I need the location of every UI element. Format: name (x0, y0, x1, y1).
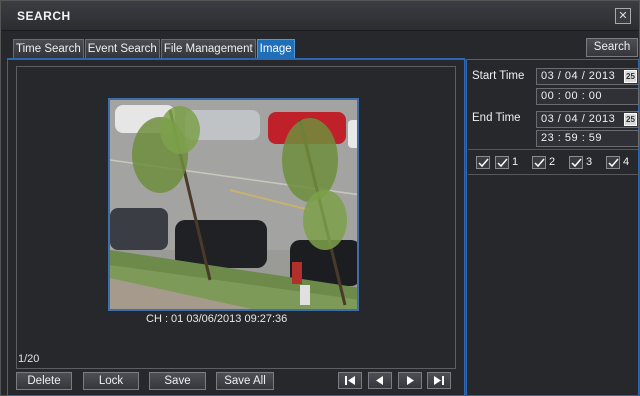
search-window: SEARCH ✕ Time Search Event Search File M… (0, 0, 640, 396)
check-icon (497, 158, 508, 168)
close-icon: ✕ (618, 10, 628, 22)
filter-separator (468, 149, 639, 150)
calendar-icon[interactable]: 25 (624, 113, 637, 126)
tab-time-search[interactable]: Time Search (13, 39, 84, 58)
channel-4-checkbox[interactable] (606, 156, 620, 169)
check-icon (534, 158, 545, 168)
tab-file-management[interactable]: File Management (160, 39, 256, 58)
search-button[interactable]: Search (586, 38, 638, 57)
check-icon (571, 158, 582, 168)
start-time-field[interactable]: 00 : 00 : 00 (536, 88, 639, 105)
end-time-value: 23 : 59 : 59 (541, 132, 603, 144)
delete-button[interactable]: Delete (16, 372, 72, 390)
page-counter: 1/20 (18, 353, 40, 365)
save-all-button[interactable]: Save All (216, 372, 274, 390)
lock-button[interactable]: Lock (83, 372, 139, 390)
check-icon (478, 158, 489, 168)
tab-underline (7, 58, 465, 60)
next-image-button[interactable] (398, 372, 422, 389)
snapshot-image[interactable] (108, 98, 359, 311)
channel-3-label: 3 (586, 156, 593, 168)
skip-last-icon (434, 376, 444, 385)
close-button[interactable]: ✕ (615, 8, 631, 24)
window-title: SEARCH (17, 9, 71, 23)
channel-2-label: 2 (549, 156, 556, 168)
previous-icon (376, 376, 383, 385)
previous-image-button[interactable] (368, 372, 392, 389)
first-image-button[interactable] (338, 372, 362, 389)
skip-first-icon (345, 376, 355, 385)
start-date-value: 03 / 04 / 2013 (541, 70, 616, 82)
image-caption: CH : 01 03/06/2013 09:27:36 (146, 313, 288, 325)
title-bar: SEARCH ✕ (1, 1, 639, 31)
channel-select-all-checkbox[interactable] (476, 156, 490, 169)
parking-lot-photo (110, 100, 357, 309)
channel-3-checkbox[interactable] (569, 156, 583, 169)
calendar-icon[interactable]: 25 (624, 70, 637, 83)
check-icon (608, 158, 619, 168)
channel-4-label: 4 (623, 156, 630, 168)
end-time-field[interactable]: 23 : 59 : 59 (536, 130, 639, 147)
channel-2-checkbox[interactable] (532, 156, 546, 169)
tab-image[interactable]: Image (256, 39, 295, 58)
tab-event-search[interactable]: Event Search (84, 39, 160, 58)
last-image-button[interactable] (427, 372, 451, 389)
filter-panel (466, 59, 639, 396)
channel-1-checkbox[interactable] (495, 156, 509, 169)
channel-1-label: 1 (512, 156, 519, 168)
next-icon (407, 376, 414, 385)
start-time-label: Start Time (472, 70, 525, 82)
tab-bar: Time Search Event Search File Management… (13, 39, 296, 59)
save-button[interactable]: Save (149, 372, 206, 390)
channel-separator (468, 174, 639, 175)
end-date-value: 03 / 04 / 2013 (541, 113, 616, 125)
end-time-label: End Time (472, 112, 521, 124)
start-time-value: 00 : 00 : 00 (541, 90, 603, 102)
